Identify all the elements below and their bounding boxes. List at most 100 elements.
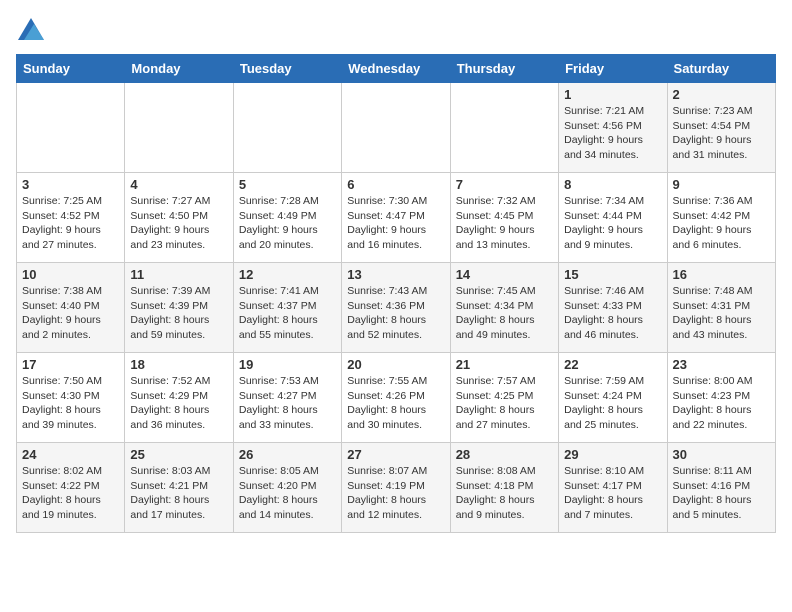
day-info: Sunrise: 7:50 AM Sunset: 4:30 PM Dayligh… [22,374,119,433]
day-number: 25 [130,447,227,462]
calendar-cell: 8Sunrise: 7:34 AM Sunset: 4:44 PM Daylig… [559,173,667,263]
day-info: Sunrise: 7:46 AM Sunset: 4:33 PM Dayligh… [564,284,661,343]
page-header [16,16,776,46]
day-number: 15 [564,267,661,282]
day-number: 21 [456,357,553,372]
calendar-col-header: Thursday [450,55,558,83]
calendar-cell: 12 Sunrise: 7:41 AM Sunset: 4:37 PM Dayli… [233,263,341,353]
calendar-cell [233,83,341,173]
day-number: 23 [673,357,770,372]
calendar-cell: 15 Sunrise: 7:46 AM Sunset: 4:33 PM Dayli… [559,263,667,353]
day-number: 14 [456,267,553,282]
day-info: Sunrise: 7:57 AM Sunset: 4:25 PM Dayligh… [456,374,553,433]
day-number: 10 [22,267,119,282]
calendar-cell: 6Sunrise: 7:30 AM Sunset: 4:47 PM Daylig… [342,173,450,263]
day-info: Sunrise: 7:28 AM Sunset: 4:49 PM Dayligh… [239,194,336,253]
day-info: Sunrise: 8:03 AM Sunset: 4:21 PM Dayligh… [130,464,227,523]
calendar-cell: 10 Sunrise: 7:38 AM Sunset: 4:40 PM Dayli… [17,263,125,353]
day-info: Sunrise: 7:59 AM Sunset: 4:24 PM Dayligh… [564,374,661,433]
day-info: Sunrise: 7:32 AM Sunset: 4:45 PM Dayligh… [456,194,553,253]
calendar-week-row: 10 Sunrise: 7:38 AM Sunset: 4:40 PM Dayli… [17,263,776,353]
calendar-col-header: Sunday [17,55,125,83]
calendar-cell: 30 Sunrise: 8:11 AM Sunset: 4:16 PM Dayli… [667,443,775,533]
day-number: 12 [239,267,336,282]
calendar-cell: 3 Sunrise: 7:25 AM Sunset: 4:52 PM Daylig… [17,173,125,263]
calendar-cell: 23Sunrise: 8:00 AM Sunset: 4:23 PM Dayli… [667,353,775,443]
calendar-week-row: 1Sunrise: 7:21 AM Sunset: 4:56 PM Daylig… [17,83,776,173]
calendar-cell: 19Sunrise: 7:53 AM Sunset: 4:27 PM Dayli… [233,353,341,443]
day-number: 7 [456,177,553,192]
day-info: Sunrise: 8:05 AM Sunset: 4:20 PM Dayligh… [239,464,336,523]
calendar-cell: 13 Sunrise: 7:43 AM Sunset: 4:36 PM Dayli… [342,263,450,353]
day-info: Sunrise: 7:36 AM Sunset: 4:42 PM Dayligh… [673,194,770,253]
day-number: 18 [130,357,227,372]
calendar-col-header: Wednesday [342,55,450,83]
calendar-cell [450,83,558,173]
calendar-cell: 5 Sunrise: 7:28 AM Sunset: 4:49 PM Daylig… [233,173,341,263]
day-info: Sunrise: 7:43 AM Sunset: 4:36 PM Dayligh… [347,284,444,343]
calendar-cell: 11Sunrise: 7:39 AM Sunset: 4:39 PM Dayli… [125,263,233,353]
calendar-header-row: SundayMondayTuesdayWednesdayThursdayFrid… [17,55,776,83]
day-number: 22 [564,357,661,372]
calendar-cell: 27 Sunrise: 8:07 AM Sunset: 4:19 PM Dayli… [342,443,450,533]
day-number: 30 [673,447,770,462]
day-info: Sunrise: 7:52 AM Sunset: 4:29 PM Dayligh… [130,374,227,433]
day-info: Sunrise: 7:25 AM Sunset: 4:52 PM Dayligh… [22,194,119,253]
calendar-cell: 25 Sunrise: 8:03 AM Sunset: 4:21 PM Dayli… [125,443,233,533]
day-info: Sunrise: 7:53 AM Sunset: 4:27 PM Dayligh… [239,374,336,433]
day-number: 5 [239,177,336,192]
calendar-cell: 24 Sunrise: 8:02 AM Sunset: 4:22 PM Dayli… [17,443,125,533]
calendar-cell: 29 Sunrise: 8:10 AM Sunset: 4:17 PM Dayli… [559,443,667,533]
calendar-cell [125,83,233,173]
calendar-cell [17,83,125,173]
day-info: Sunrise: 8:07 AM Sunset: 4:19 PM Dayligh… [347,464,444,523]
day-number: 2 [673,87,770,102]
day-number: 9 [673,177,770,192]
day-number: 3 [22,177,119,192]
calendar-cell: 17 Sunrise: 7:50 AM Sunset: 4:30 PM Dayli… [17,353,125,443]
calendar-week-row: 24 Sunrise: 8:02 AM Sunset: 4:22 PM Dayli… [17,443,776,533]
day-number: 29 [564,447,661,462]
day-number: 27 [347,447,444,462]
calendar-table: SundayMondayTuesdayWednesdayThursdayFrid… [16,54,776,533]
day-info: Sunrise: 7:23 AM Sunset: 4:54 PM Dayligh… [673,104,770,163]
calendar-cell [342,83,450,173]
day-number: 26 [239,447,336,462]
calendar-cell: 28 Sunrise: 8:08 AM Sunset: 4:18 PM Dayli… [450,443,558,533]
day-number: 4 [130,177,227,192]
calendar-cell: 7 Sunrise: 7:32 AM Sunset: 4:45 PM Daylig… [450,173,558,263]
day-info: Sunrise: 8:11 AM Sunset: 4:16 PM Dayligh… [673,464,770,523]
day-number: 28 [456,447,553,462]
day-info: Sunrise: 7:38 AM Sunset: 4:40 PM Dayligh… [22,284,119,343]
calendar-week-row: 17 Sunrise: 7:50 AM Sunset: 4:30 PM Dayli… [17,353,776,443]
calendar-cell: 20Sunrise: 7:55 AM Sunset: 4:26 PM Dayli… [342,353,450,443]
day-info: Sunrise: 7:41 AM Sunset: 4:37 PM Dayligh… [239,284,336,343]
day-info: Sunrise: 8:02 AM Sunset: 4:22 PM Dayligh… [22,464,119,523]
calendar-cell: 16 Sunrise: 7:48 AM Sunset: 4:31 PM Dayli… [667,263,775,353]
day-number: 24 [22,447,119,462]
day-info: Sunrise: 8:08 AM Sunset: 4:18 PM Dayligh… [456,464,553,523]
day-info: Sunrise: 8:10 AM Sunset: 4:17 PM Dayligh… [564,464,661,523]
calendar-cell: 4 Sunrise: 7:27 AM Sunset: 4:50 PM Daylig… [125,173,233,263]
calendar-cell: 26 Sunrise: 8:05 AM Sunset: 4:20 PM Dayli… [233,443,341,533]
calendar-col-header: Monday [125,55,233,83]
calendar-cell: 1Sunrise: 7:21 AM Sunset: 4:56 PM Daylig… [559,83,667,173]
day-info: Sunrise: 7:21 AM Sunset: 4:56 PM Dayligh… [564,104,661,163]
day-number: 17 [22,357,119,372]
calendar-cell: 22 Sunrise: 7:59 AM Sunset: 4:24 PM Dayli… [559,353,667,443]
calendar-cell: 9 Sunrise: 7:36 AM Sunset: 4:42 PM Daylig… [667,173,775,263]
day-info: Sunrise: 7:27 AM Sunset: 4:50 PM Dayligh… [130,194,227,253]
calendar-cell: 21 Sunrise: 7:57 AM Sunset: 4:25 PM Dayli… [450,353,558,443]
day-number: 8 [564,177,661,192]
day-info: Sunrise: 7:48 AM Sunset: 4:31 PM Dayligh… [673,284,770,343]
calendar-col-header: Tuesday [233,55,341,83]
calendar-week-row: 3 Sunrise: 7:25 AM Sunset: 4:52 PM Daylig… [17,173,776,263]
calendar-col-header: Saturday [667,55,775,83]
day-info: Sunrise: 7:55 AM Sunset: 4:26 PM Dayligh… [347,374,444,433]
day-number: 16 [673,267,770,282]
logo [16,16,48,46]
day-info: Sunrise: 7:45 AM Sunset: 4:34 PM Dayligh… [456,284,553,343]
day-number: 13 [347,267,444,282]
calendar-col-header: Friday [559,55,667,83]
calendar-cell: 14 Sunrise: 7:45 AM Sunset: 4:34 PM Dayli… [450,263,558,353]
